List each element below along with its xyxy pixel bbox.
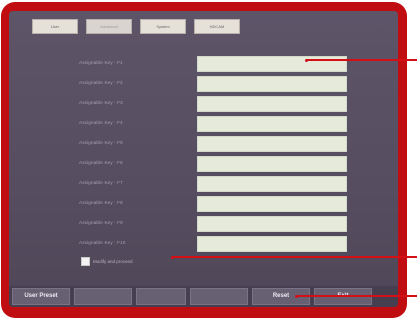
footer-button-4[interactable]: [190, 288, 248, 305]
assignable-key-f3-field[interactable]: [197, 96, 347, 112]
assignable-key-row-f3: Assignable Key : F3: [9, 96, 398, 114]
modify-checkbox-label: Modify and proceed: [93, 258, 133, 264]
callout-line-reset: [296, 295, 417, 297]
callout-dot-checkbox: [171, 255, 174, 259]
assignable-key-f6-field[interactable]: [197, 156, 347, 172]
assignable-key-label: Assignable Key : F8: [79, 200, 123, 205]
assignable-key-label: Assignable Key : F10: [79, 240, 126, 245]
assignable-key-label: Assignable Key : F6: [79, 160, 123, 165]
assignable-key-label: Assignable Key : F2: [79, 80, 123, 85]
assignable-key-label: Assignable Key : F5: [79, 140, 123, 145]
tab-hdcam[interactable]: HDCAM: [194, 19, 240, 34]
callout-dot-key-field: [305, 58, 308, 62]
assignable-key-row-f7: Assignable Key : F7: [9, 176, 398, 194]
assignable-key-label: Assignable Key : F1: [79, 60, 123, 65]
assignable-key-f4-field[interactable]: [197, 116, 347, 132]
assignable-key-f2-field[interactable]: [197, 76, 347, 92]
assignable-key-label: Assignable Key : F7: [79, 180, 123, 185]
tab-advanced[interactable]: Advanced: [86, 19, 132, 34]
assignable-key-f5-field[interactable]: [197, 136, 347, 152]
user-preset-button[interactable]: User Preset: [12, 288, 70, 305]
callout-line-checkbox: [172, 256, 417, 258]
footer-button-2[interactable]: [74, 288, 132, 305]
footer-button-3[interactable]: [136, 288, 186, 305]
menu-screen: User Advanced System HDCAM Assignable Ke…: [9, 11, 398, 307]
assignable-key-row-f9: Assignable Key : F9: [9, 216, 398, 234]
modify-option[interactable]: Modify and proceed: [81, 256, 133, 266]
assignable-key-f9-field[interactable]: [197, 216, 347, 232]
assignable-key-row-f10: Assignable Key : F10: [9, 236, 398, 254]
tab-system[interactable]: System: [140, 19, 186, 34]
menu-tabs: User Advanced System HDCAM: [32, 19, 248, 34]
assignable-key-row-f5: Assignable Key : F5: [9, 136, 398, 154]
assignable-key-label: Assignable Key : F4: [79, 120, 123, 125]
assignable-key-row-f4: Assignable Key : F4: [9, 116, 398, 134]
assignable-key-row-f8: Assignable Key : F8: [9, 196, 398, 214]
callout-line-key-field: [306, 59, 417, 61]
assignable-key-label: Assignable Key : F3: [79, 100, 123, 105]
assignable-key-f10-field[interactable]: [197, 236, 347, 252]
assignable-key-f8-field[interactable]: [197, 196, 347, 212]
assignable-key-row-f6: Assignable Key : F6: [9, 156, 398, 174]
callout-dot-reset: [295, 294, 298, 298]
assignable-key-row-f2: Assignable Key : F2: [9, 76, 398, 94]
assignable-key-f7-field[interactable]: [197, 176, 347, 192]
modify-checkbox[interactable]: [81, 256, 90, 266]
tab-user[interactable]: User: [32, 19, 78, 34]
assignable-key-label: Assignable Key : F9: [79, 220, 123, 225]
